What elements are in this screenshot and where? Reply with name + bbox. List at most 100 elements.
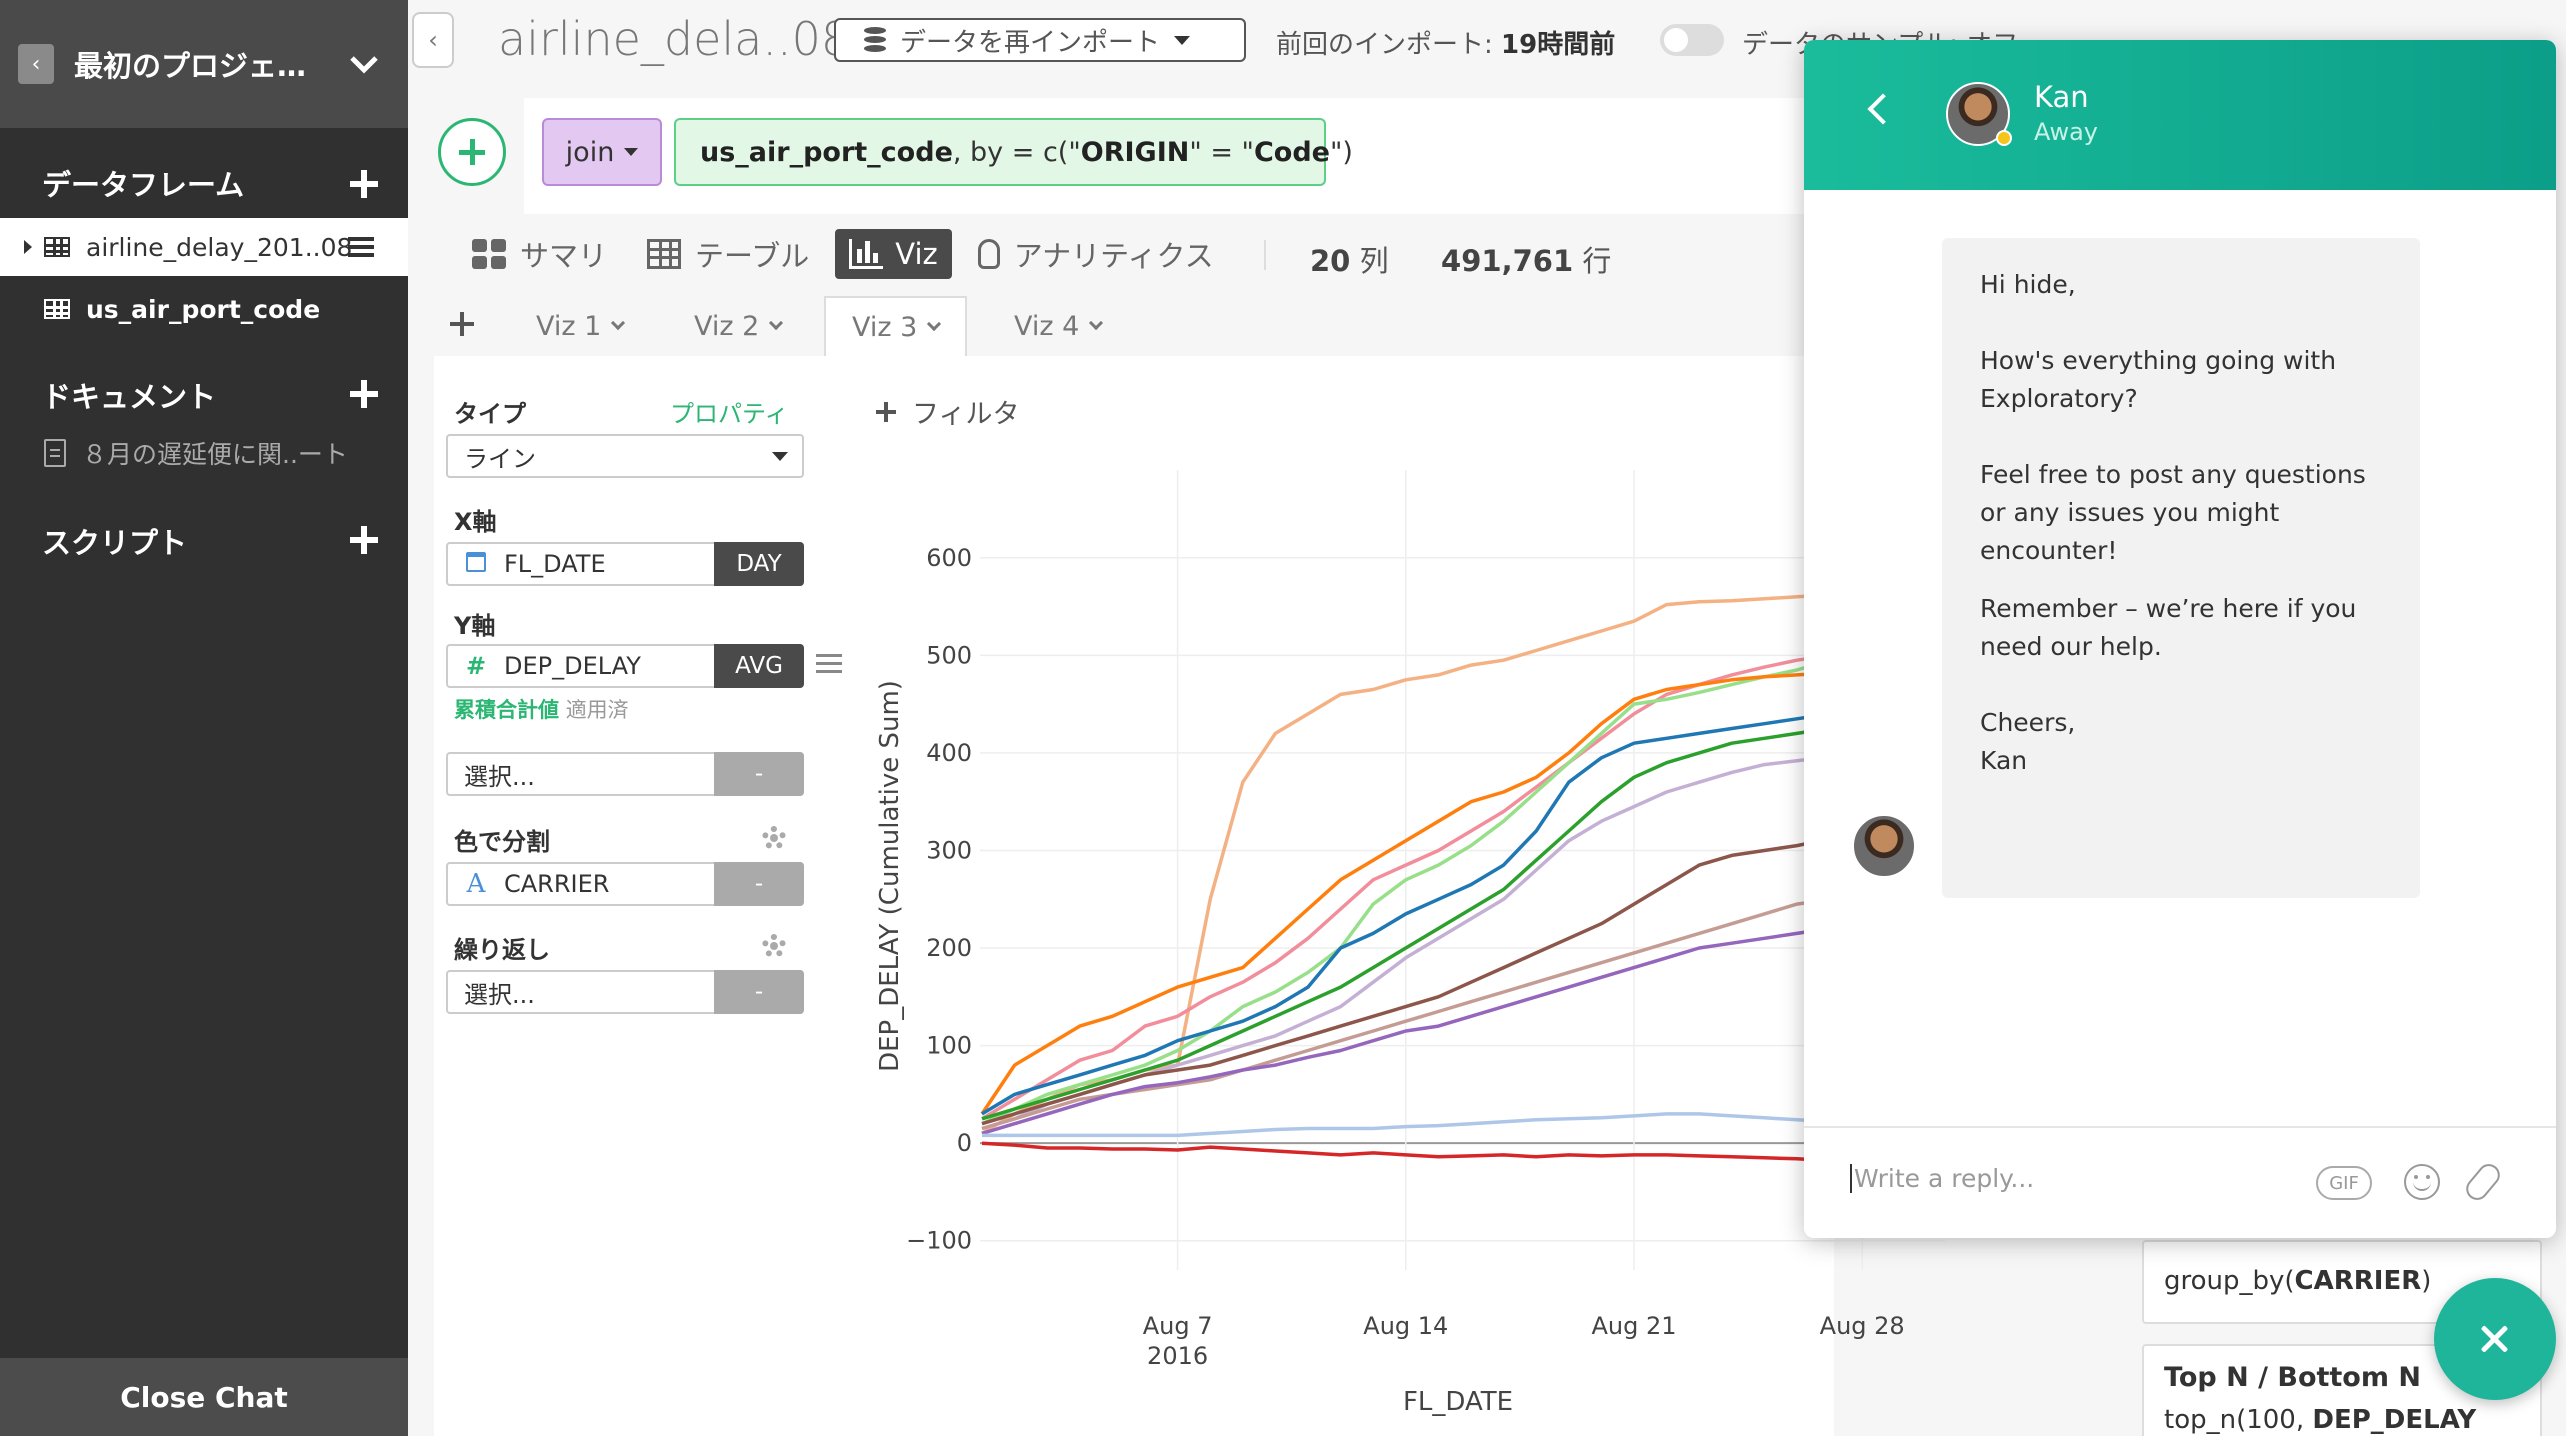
reimport-button[interactable]: データを再インポート xyxy=(834,18,1246,62)
y-tick-label: 600 xyxy=(926,544,972,572)
emoji-icon[interactable] xyxy=(2404,1164,2440,1200)
gif-button[interactable]: GIF xyxy=(2316,1166,2372,1200)
view-tabs: サマリ テーブル Viz アナリティクス xyxy=(458,229,1240,279)
tab-viz[interactable]: Viz xyxy=(835,229,952,279)
reply-area: Write a reply... GIF xyxy=(1804,1126,2556,1238)
top-n-code: top_n(100, DEP_DELAY xyxy=(2164,1405,2477,1435)
add-script-icon[interactable] xyxy=(348,524,380,556)
dash-button[interactable]: - xyxy=(714,970,804,1014)
dash-button[interactable]: - xyxy=(714,752,804,796)
property-link[interactable]: プロパティ xyxy=(670,394,789,429)
close-chat-fab[interactable] xyxy=(2434,1278,2556,1400)
add-filter-button[interactable]: フィルタ xyxy=(876,392,1019,431)
tab-summary[interactable]: サマリ xyxy=(458,229,621,279)
tab-viz-3[interactable]: Viz 3 xyxy=(824,296,968,356)
close-chat-button[interactable]: Close Chat xyxy=(0,1358,408,1436)
y-tick-label: 100 xyxy=(926,1032,972,1060)
back-icon[interactable] xyxy=(1867,93,1899,125)
command-arguments[interactable]: us_air_port_code, by = c(" ORIGIN " = " Cod… xyxy=(674,118,1353,186)
chevron-down-icon xyxy=(611,315,626,331)
chevron-down-icon[interactable] xyxy=(344,44,384,84)
document-icon xyxy=(44,439,66,467)
tab-table[interactable]: テーブル xyxy=(633,229,823,279)
back-icon[interactable]: ‹ xyxy=(18,44,54,84)
status-dot xyxy=(1996,130,2012,146)
menu-icon[interactable] xyxy=(348,236,374,258)
dataframe-name: airline_delay_201..08 xyxy=(86,232,353,262)
secondary-y-select[interactable]: 選択... - xyxy=(446,752,804,796)
hash-icon: # xyxy=(465,652,487,680)
x-axis-label: X軸 xyxy=(454,508,497,536)
gear-icon[interactable] xyxy=(762,826,786,850)
y-axis-aggregation[interactable]: AVG xyxy=(714,644,804,688)
dataset-stats: 20 列 491,761 行 xyxy=(1310,244,1612,278)
color-field[interactable]: A CARRIER - xyxy=(446,862,804,906)
grid-icon xyxy=(472,239,506,269)
y-tick-label: 0 xyxy=(957,1129,972,1157)
y-tick-label: 500 xyxy=(926,641,972,669)
collapse-sidebar-button[interactable]: ‹ xyxy=(412,12,454,68)
y-axis-title: DEP_DELAY (Cumulative Sum) xyxy=(875,680,905,1072)
add-dataframe-icon[interactable] xyxy=(348,168,380,200)
tab-viz-1[interactable]: Viz 1 xyxy=(510,296,649,356)
database-icon xyxy=(864,27,886,53)
dataframe-title: airline_dela..08 xyxy=(498,12,851,66)
x-tick-label: Aug 28 xyxy=(1820,1312,1905,1340)
x-axis-aggregation[interactable]: DAY xyxy=(714,542,804,586)
color-label: 色で分割 xyxy=(454,828,550,856)
y-tick-label: 200 xyxy=(926,934,972,962)
add-step-button[interactable] xyxy=(438,118,506,186)
chevron-down-icon xyxy=(927,316,942,332)
add-viz-icon[interactable] xyxy=(450,312,474,336)
reimport-label: データを再インポート xyxy=(900,27,1161,58)
caret-down-icon xyxy=(624,148,639,156)
section-dataframes: データフレーム xyxy=(42,168,245,202)
tab-viz-2[interactable]: Viz 2 xyxy=(668,296,807,356)
reply-input[interactable]: Write a reply... xyxy=(1850,1164,2034,1193)
project-title: 最初のプロジェ… xyxy=(74,49,307,83)
last-import-info: 前回のインポート: 19時間前 xyxy=(1276,30,1616,60)
chart-type-select[interactable]: ライン xyxy=(446,434,804,478)
x-tick-label: Aug 21 xyxy=(1591,1312,1676,1340)
y-tick-label: −100 xyxy=(906,1227,972,1255)
caret-down-icon xyxy=(772,452,788,461)
y-axis-field[interactable]: # DEP_DELAY AVG xyxy=(446,644,804,688)
y-tick-label: 400 xyxy=(926,739,972,767)
chat-header: Kan Away xyxy=(1804,40,2556,190)
avatar xyxy=(1852,814,1916,878)
lightbulb-icon xyxy=(977,239,1000,269)
agent-name: Kan xyxy=(2034,80,2089,114)
x-axis-field[interactable]: FL_DATE DAY xyxy=(446,542,804,586)
sidebar-item-dataframe-2[interactable]: us_air_port_code xyxy=(0,280,408,338)
dataframe-name: us_air_port_code xyxy=(86,294,321,324)
section-documents: ドキュメント xyxy=(42,380,217,414)
repeat-label: 繰り返し xyxy=(454,936,550,964)
avatar xyxy=(1946,82,2012,146)
menu-icon[interactable] xyxy=(816,654,842,674)
agent-status: Away xyxy=(2034,118,2098,146)
document-name: ８月の遅延便に関..ート xyxy=(82,440,348,469)
repeat-select[interactable]: 選択... - xyxy=(446,970,804,1014)
bar-chart-icon xyxy=(849,239,884,269)
sidebar-item-document[interactable]: ８月の遅延便に関..ート xyxy=(0,424,408,482)
add-document-icon[interactable] xyxy=(348,378,380,410)
tab-analytics[interactable]: アナリティクス xyxy=(964,229,1228,279)
section-scripts: スクリプト xyxy=(42,526,188,560)
calendar-icon xyxy=(466,552,486,572)
project-header[interactable]: ‹ 最初のプロジェ… xyxy=(0,0,408,128)
attachment-icon[interactable] xyxy=(2461,1159,2505,1205)
plus-icon xyxy=(876,401,896,422)
gear-icon[interactable] xyxy=(762,934,786,958)
dash-button[interactable]: - xyxy=(714,862,804,906)
sidebar-item-dataframe-1[interactable]: airline_delay_201..08 xyxy=(0,218,408,276)
sidebar: ‹ 最初のプロジェ… データフレーム airline_delay_201..08… xyxy=(0,0,408,1436)
caret-right-icon[interactable] xyxy=(22,238,34,256)
y-tick-label: 300 xyxy=(926,836,972,864)
sample-toggle[interactable] xyxy=(1660,24,1724,56)
x-tick-label: Aug 14 xyxy=(1363,1312,1448,1340)
tab-viz-4[interactable]: Viz 4 xyxy=(988,296,1127,356)
chat-message: Hi hide, How's everything going with Exp… xyxy=(1942,238,2420,898)
table-icon xyxy=(647,239,682,269)
command-pill[interactable]: join xyxy=(542,118,662,186)
caret-down-icon xyxy=(1174,35,1191,45)
